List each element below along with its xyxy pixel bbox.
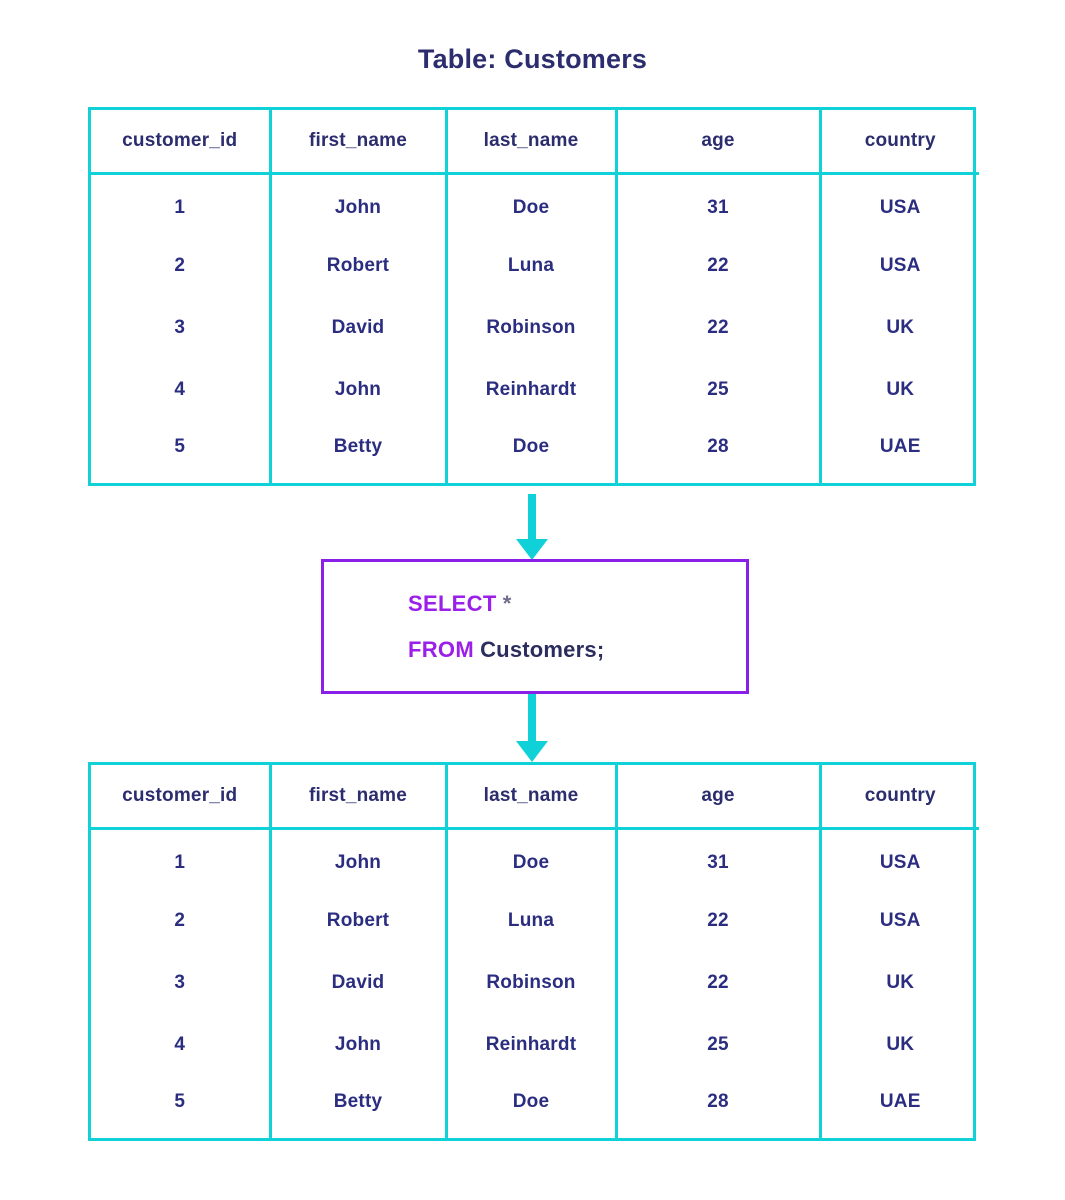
cell-age: 22 — [616, 890, 822, 952]
cell-customer-id: 1 — [91, 828, 272, 890]
cell-first-name: David — [270, 952, 448, 1014]
cell-age: 28 — [616, 421, 822, 483]
result-table-grid: customer_id first_name last_name age cou… — [91, 765, 979, 1138]
cell-country: UK — [886, 972, 915, 993]
cell-first-name: Betty — [270, 1076, 448, 1138]
source-table: customer_id first_name last_name age cou… — [88, 107, 979, 486]
sql-keyword-select: SELECT — [408, 590, 497, 616]
arrow-head — [516, 741, 548, 762]
sql-keyword-from: FROM — [408, 636, 474, 662]
cell-last-name: Robinson — [446, 297, 618, 359]
cell-customer-id: 2 — [91, 890, 272, 952]
cell-country: UK — [886, 1034, 915, 1055]
cell-country: UK — [886, 317, 915, 338]
table-row: 2 Robert Luna 22 USA — [91, 890, 979, 952]
cell-first-name: John — [270, 173, 448, 235]
result-table: customer_id first_name last_name age cou… — [88, 762, 979, 1141]
cell-country: USA — [879, 851, 921, 873]
source-table-body: 1 John Doe 31 USA 2 Robert Luna 22 USA 3… — [91, 173, 979, 483]
cell-age: 22 — [616, 235, 822, 297]
result-table-body: 1 John Doe 31 USA 2 Robert Luna 22 USA 3… — [91, 828, 979, 1138]
source-column-header-country: country — [820, 110, 979, 175]
cell-customer-id: 4 — [91, 359, 272, 421]
sql-table-identifier: Customers; — [480, 636, 605, 662]
cell-last-name: Robinson — [446, 952, 618, 1014]
arrow-head — [516, 539, 548, 560]
result-column-header-last-name: last_name — [446, 765, 618, 830]
sql-query-box: SELECT * FROM Customers; — [321, 559, 749, 694]
source-table-header-row: customer_id first_name last_name age cou… — [91, 110, 979, 175]
sql-query-line-2: FROM Customers; — [408, 627, 746, 673]
result-table-header-row: customer_id first_name last_name age cou… — [91, 765, 979, 830]
result-column-header-age: age — [616, 765, 822, 830]
cell-age: 25 — [616, 1014, 822, 1076]
arrow-shaft — [528, 694, 536, 744]
cell-customer-id: 5 — [91, 1076, 272, 1138]
cell-age: 31 — [616, 173, 822, 235]
cell-customer-id: 3 — [91, 952, 272, 1014]
cell-last-name: Doe — [446, 828, 618, 890]
cell-first-name: Betty — [270, 421, 448, 483]
table-row: 4 John Reinhardt 25 UK — [91, 359, 979, 421]
cell-country: USA — [879, 196, 921, 218]
cell-first-name: John — [270, 828, 448, 890]
cell-age: 31 — [616, 828, 822, 890]
arrow-shaft — [528, 494, 536, 542]
cell-first-name: Robert — [270, 890, 448, 952]
cell-country: USA — [879, 255, 921, 276]
cell-country: USA — [879, 910, 921, 931]
table-row: 2 Robert Luna 22 USA — [91, 235, 979, 297]
source-column-header-first-name: first_name — [270, 110, 448, 175]
arrow-down-icon — [516, 694, 548, 762]
table-row: 4 John Reinhardt 25 UK — [91, 1014, 979, 1076]
cell-age: 28 — [616, 1076, 822, 1138]
table-row: 1 John Doe 31 USA — [91, 828, 979, 890]
source-table-grid: customer_id first_name last_name age cou… — [91, 110, 979, 483]
table-row: 3 David Robinson 22 UK — [91, 952, 979, 1014]
cell-country: UAE — [879, 1091, 921, 1112]
result-column-header-first-name: first_name — [270, 765, 448, 830]
cell-last-name: Reinhardt — [446, 359, 618, 421]
table-row: 3 David Robinson 22 UK — [91, 297, 979, 359]
cell-last-name: Luna — [446, 235, 618, 297]
sql-select-diagram: Table: Customers customer_id first_name … — [0, 0, 1065, 1200]
arrow-down-icon — [516, 494, 548, 560]
cell-customer-id: 4 — [91, 1014, 272, 1076]
cell-last-name: Doe — [446, 421, 618, 483]
cell-customer-id: 1 — [91, 173, 272, 235]
result-column-header-country: country — [820, 765, 979, 830]
source-column-header-customer-id: customer_id — [91, 110, 272, 175]
page-title: Table: Customers — [417, 44, 648, 74]
cell-first-name: Robert — [270, 235, 448, 297]
cell-age: 22 — [616, 952, 822, 1014]
cell-age: 22 — [616, 297, 822, 359]
source-column-header-last-name: last_name — [446, 110, 618, 175]
cell-first-name: John — [270, 359, 448, 421]
cell-country: UK — [886, 379, 915, 400]
result-column-header-customer-id: customer_id — [91, 765, 272, 830]
cell-last-name: Luna — [446, 890, 618, 952]
cell-last-name: Reinhardt — [446, 1014, 618, 1076]
cell-age: 25 — [616, 359, 822, 421]
source-column-header-age: age — [616, 110, 822, 175]
cell-first-name: John — [270, 1014, 448, 1076]
cell-country: UAE — [879, 436, 921, 457]
table-row: 5 Betty Doe 28 UAE — [91, 1076, 979, 1138]
cell-last-name: Doe — [446, 1076, 618, 1138]
table-row: 1 John Doe 31 USA — [91, 173, 979, 235]
cell-first-name: David — [270, 297, 448, 359]
sql-star-token: * — [502, 590, 512, 616]
cell-customer-id: 5 — [91, 421, 272, 483]
table-row: 5 Betty Doe 28 UAE — [91, 421, 979, 483]
cell-last-name: Doe — [446, 173, 618, 235]
sql-query-line-1: SELECT * — [408, 581, 746, 627]
cell-customer-id: 3 — [91, 297, 272, 359]
cell-customer-id: 2 — [91, 235, 272, 297]
